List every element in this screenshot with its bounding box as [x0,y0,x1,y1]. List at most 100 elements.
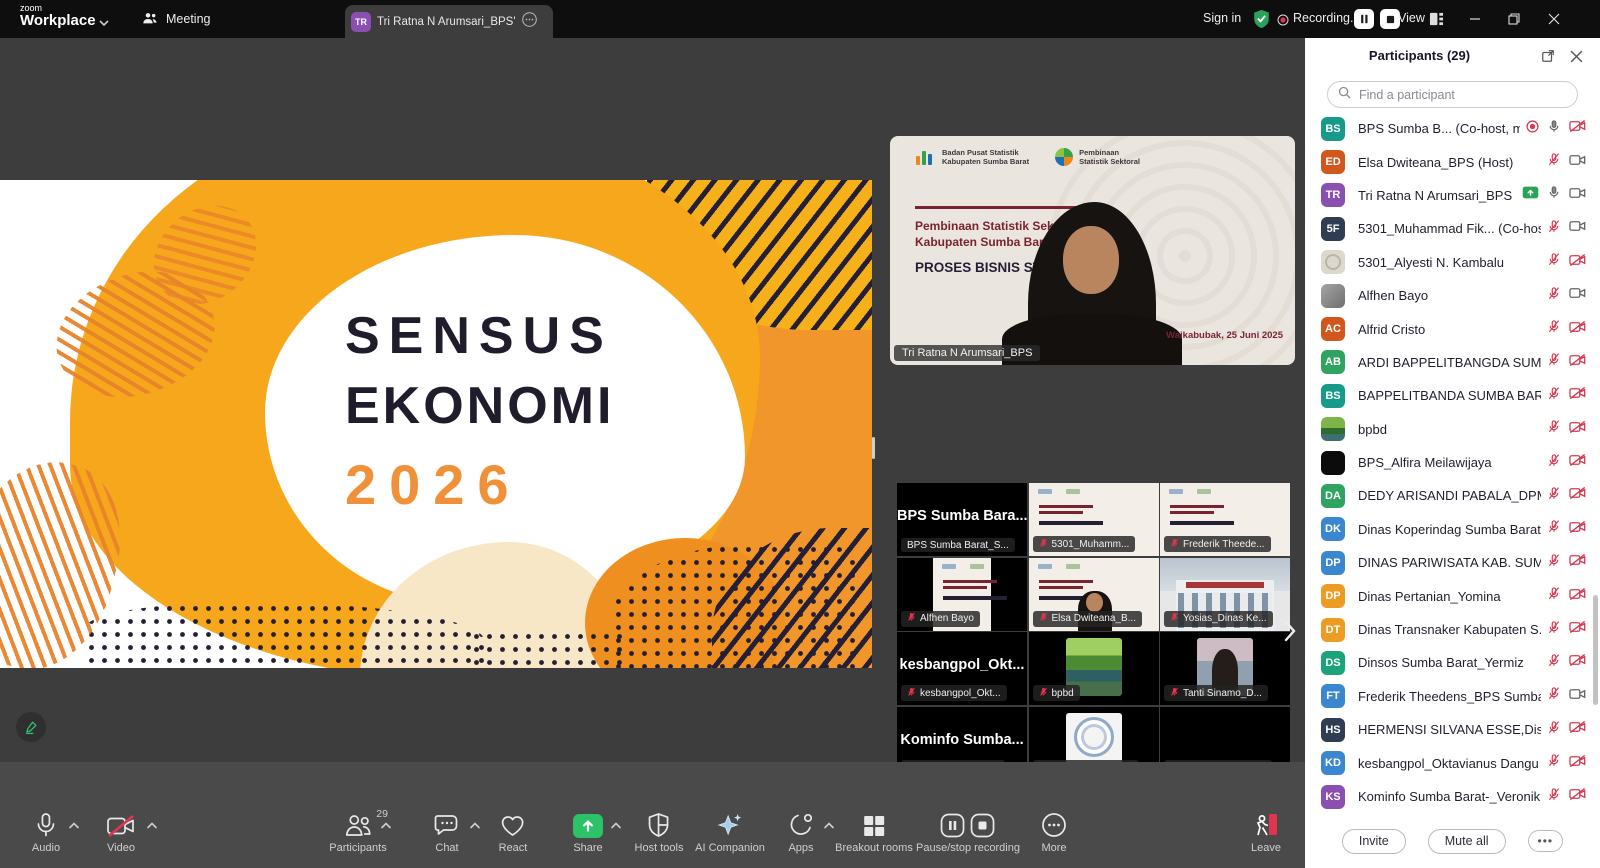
participant-row[interactable]: KSKominfo Sumba Barat-_Veronik... [1305,780,1600,812]
stop-recording-button[interactable] [1380,9,1400,29]
participant-row[interactable]: DADEDY ARISANDI PABALA_DPMD... [1305,479,1600,512]
participant-row[interactable]: HSHERMENSI SILVANA ESSE,Disna... [1305,713,1600,746]
video-button[interactable]: Video [106,812,136,854]
stage-resize-handle[interactable] [872,437,875,459]
video-options-chevron[interactable] [147,816,158,834]
panel-more-button[interactable]: ••• [1528,830,1564,852]
restore-button[interactable] [1494,0,1534,38]
tab-meeting[interactable]: Meeting [132,0,220,38]
view-button-label[interactable]: View [1398,11,1425,25]
close-button[interactable] [1534,0,1574,38]
mic-muted-icon [1547,486,1561,501]
participant-name: Frederik Theedens_BPS Sumba ... [1358,689,1541,704]
audio-button[interactable]: Audio [32,812,60,854]
participant-avatar: FT [1321,684,1345,708]
tile-muted-icon [1039,538,1048,551]
participant-row[interactable]: DTDinas Transnaker Kabupaten S... [1305,613,1600,646]
security-shield-icon[interactable] [1252,9,1271,34]
slide-title: SENSUS EKONOMI 2026 [345,302,614,528]
gallery-video-tile[interactable]: BPS Sumba Bara...BPS Sumba Barat_S... [897,483,1027,556]
audio-options-chevron[interactable] [69,816,80,834]
participant-row[interactable]: TRTri Ratna N Arumsari_BPS [1305,179,1600,212]
participant-row[interactable]: DSDinsos Sumba Barat_Yermiz [1305,646,1600,679]
camera-off-icon [1569,520,1586,534]
participant-row[interactable]: 5F5301_Muhammad Fik... (Co-host) [1305,212,1600,245]
chat-options-chevron[interactable] [470,816,481,834]
leave-button[interactable]: Leave [1251,812,1281,854]
participant-row[interactable]: EDElsa Dwiteana_BPS (Host) [1305,145,1600,178]
participant-name: Dinsos Sumba Barat_Yermiz [1358,655,1541,670]
panel-scrollbar-thumb[interactable] [1593,595,1598,705]
participant-row[interactable]: FT Frederik Theedens_BPS Sumba ... [1305,680,1600,713]
gallery-next-page-button[interactable] [1278,616,1302,646]
audio-label: Audio [32,842,60,854]
tile-muted-icon [1039,687,1048,700]
participant-row[interactable]: BSBPS Sumba B... (Co-host, me) [1305,112,1600,145]
minimize-button[interactable] [1455,0,1495,38]
tab-shared-screen[interactable]: TR Tri Ratna N Arumsari_BPS's screen [345,5,553,38]
record-controls-button[interactable]: Pause/stop recording [916,812,1020,854]
pause-recording-button[interactable] [1354,9,1374,29]
tile-muted-icon [1170,612,1179,625]
breakout-rooms-button[interactable]: Breakout rooms [835,812,913,854]
participant-row[interactable]: DPDinas Pertanian_Yomina [1305,579,1600,612]
presenter-video-tile[interactable]: Badan Pusat Statistik Kabupaten Sumba Ba… [890,136,1295,365]
view-layout-icon[interactable] [1429,12,1444,31]
participants-button[interactable]: 29Participants [329,812,386,854]
mic-muted-icon [1547,519,1561,534]
participant-search[interactable] [1327,81,1578,108]
participant-name: 5301_Muhammad Fik... (Co-host) [1358,221,1541,236]
tile-name-tag: kesbangpol_Okt... [901,685,1007,701]
camera-off-icon [1569,420,1586,434]
share-tab-options-icon[interactable] [521,11,538,33]
participant-name: ARDI BAPPELITBANGDA SUMBA... [1358,355,1541,370]
mic-muted-icon [1547,753,1561,768]
breakout-rooms-label: Breakout rooms [835,842,913,854]
participant-row[interactable]: Alfhen Bayo [1305,279,1600,312]
invite-button[interactable]: Invite [1342,829,1406,854]
participant-row[interactable]: BPS_Alfira Meilawijaya [1305,446,1600,479]
host-tools-button[interactable]: Host tools [635,812,684,854]
participant-row[interactable]: ACAlfrid Cristo [1305,312,1600,345]
gallery-video-tile[interactable]: Elsa Dwiteana_B... [1029,558,1159,631]
chat-icon [434,813,461,838]
mute-all-button[interactable]: Mute all [1428,829,1506,854]
participant-name: Tri Ratna N Arumsari_BPS [1358,188,1516,203]
apps-options-chevron[interactable] [824,816,835,834]
gallery-video-tile[interactable]: kesbangpol_Okt...kesbangpol_Okt... [897,632,1027,705]
mic-muted-icon [1547,787,1561,802]
gallery-video-tile[interactable]: 5301_Muhamm... [1029,483,1159,556]
apps-button[interactable]: Apps [788,812,814,854]
participant-row[interactable]: KDkesbangpol_Oktavianus Dangu ... [1305,746,1600,779]
share-button[interactable]: Share [573,812,603,854]
gallery-video-tile[interactable]: Yosias_Dinas Ke... [1160,558,1290,631]
share-tab-avatar: TR [351,12,371,32]
participant-row[interactable]: ABARDI BAPPELITBANGDA SUMBA... [1305,346,1600,379]
react-heart-icon [500,814,526,838]
popout-icon[interactable] [1538,46,1558,66]
participant-row[interactable]: DPDINAS PARIWISATA KAB. SUMB... [1305,546,1600,579]
annotate-button[interactable] [16,712,46,742]
react-button[interactable]: React [499,812,528,854]
gallery-video-tile[interactable]: bpbd [1029,632,1159,705]
chat-button[interactable]: Chat [434,812,461,854]
share-options-chevron[interactable] [611,816,622,834]
gallery-video-tile[interactable]: Frederik Theede... [1160,483,1290,556]
ai-companion-button[interactable]: AI Companion [695,812,765,854]
sign-in-button[interactable]: Sign in [1203,11,1241,25]
gallery-video-tile[interactable]: Alfhen Bayo [897,558,1027,631]
participants-options-chevron[interactable] [381,816,392,834]
close-panel-icon[interactable] [1566,46,1586,66]
participant-name: BAPPELITBANDA SUMBA BARAT [1358,388,1541,403]
mic-muted-icon [1547,386,1561,401]
participant-row[interactable]: 5301_Alyesti N. Kambalu [1305,246,1600,279]
search-input[interactable] [1357,87,1567,103]
more-button[interactable]: More [1041,812,1067,854]
participant-name: Dinas Pertanian_Yomina [1358,589,1541,604]
gallery-video-tile[interactable]: Tanti Sinamo_D... [1160,632,1290,705]
brand-chevron-down-icon[interactable] [98,14,110,32]
mic-muted-icon [1547,419,1561,434]
participant-row[interactable]: bpbd [1305,413,1600,446]
participant-row[interactable]: DKDinas Koperindag Sumba Barat... [1305,513,1600,546]
participant-row[interactable]: BSBAPPELITBANDA SUMBA BARAT [1305,379,1600,412]
